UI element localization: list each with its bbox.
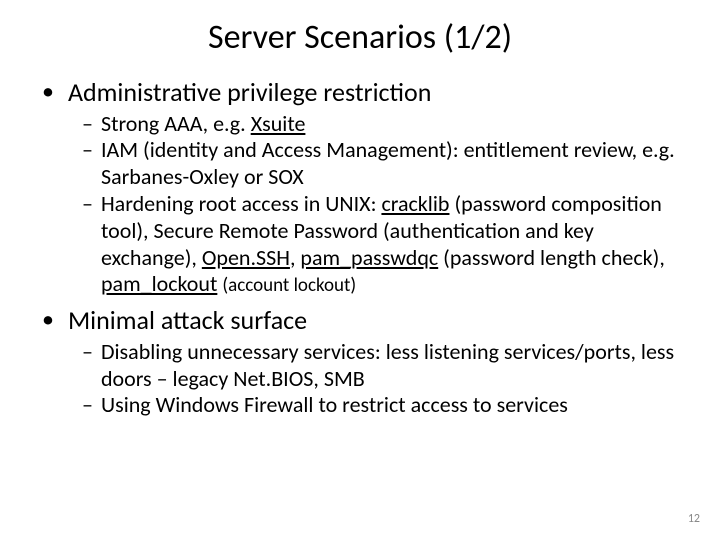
page-number: 12 xyxy=(688,512,700,526)
bullet-dot-icon: • xyxy=(42,304,54,335)
content-block: • Administrative privilege restriction –… xyxy=(30,76,690,419)
list-item: • Administrative privilege restriction xyxy=(30,76,690,109)
list-item-label: Disabling unnecessary services: less lis… xyxy=(101,339,690,393)
bullet-dash-icon: – xyxy=(82,137,93,164)
list-item: – IAM (identity and Access Management): … xyxy=(82,137,690,191)
list-item-label: Strong AAA, e.g. Xsuite xyxy=(101,111,305,138)
list-item-label: Using Windows Firewall to restrict acces… xyxy=(101,392,568,419)
list-item-label: IAM (identity and Access Management): en… xyxy=(101,137,690,191)
list-item-label: Administrative privilege restriction xyxy=(68,76,431,109)
list-item: – Using Windows Firewall to restrict acc… xyxy=(82,392,690,419)
bullet-dot-icon: • xyxy=(42,76,54,107)
bullet-dash-icon: – xyxy=(82,339,93,366)
list-item-label: Hardening root access in UNIX: cracklib … xyxy=(101,191,690,298)
list-item: – Hardening root access in UNIX: crackli… xyxy=(82,191,690,298)
bullet-dash-icon: – xyxy=(82,191,93,218)
list-item: – Strong AAA, e.g. Xsuite xyxy=(82,111,690,138)
sub-list: – Disabling unnecessary services: less l… xyxy=(82,339,690,419)
sub-list: – Strong AAA, e.g. Xsuite – IAM (identit… xyxy=(82,111,690,299)
list-item: – Disabling unnecessary services: less l… xyxy=(82,339,690,393)
slide-title: Server Scenarios (1/2) xyxy=(30,17,690,58)
list-item: • Minimal attack surface xyxy=(30,304,690,337)
bullet-dash-icon: – xyxy=(82,111,93,138)
bullet-dash-icon: – xyxy=(82,392,93,419)
list-item-label: Minimal attack surface xyxy=(68,304,307,337)
